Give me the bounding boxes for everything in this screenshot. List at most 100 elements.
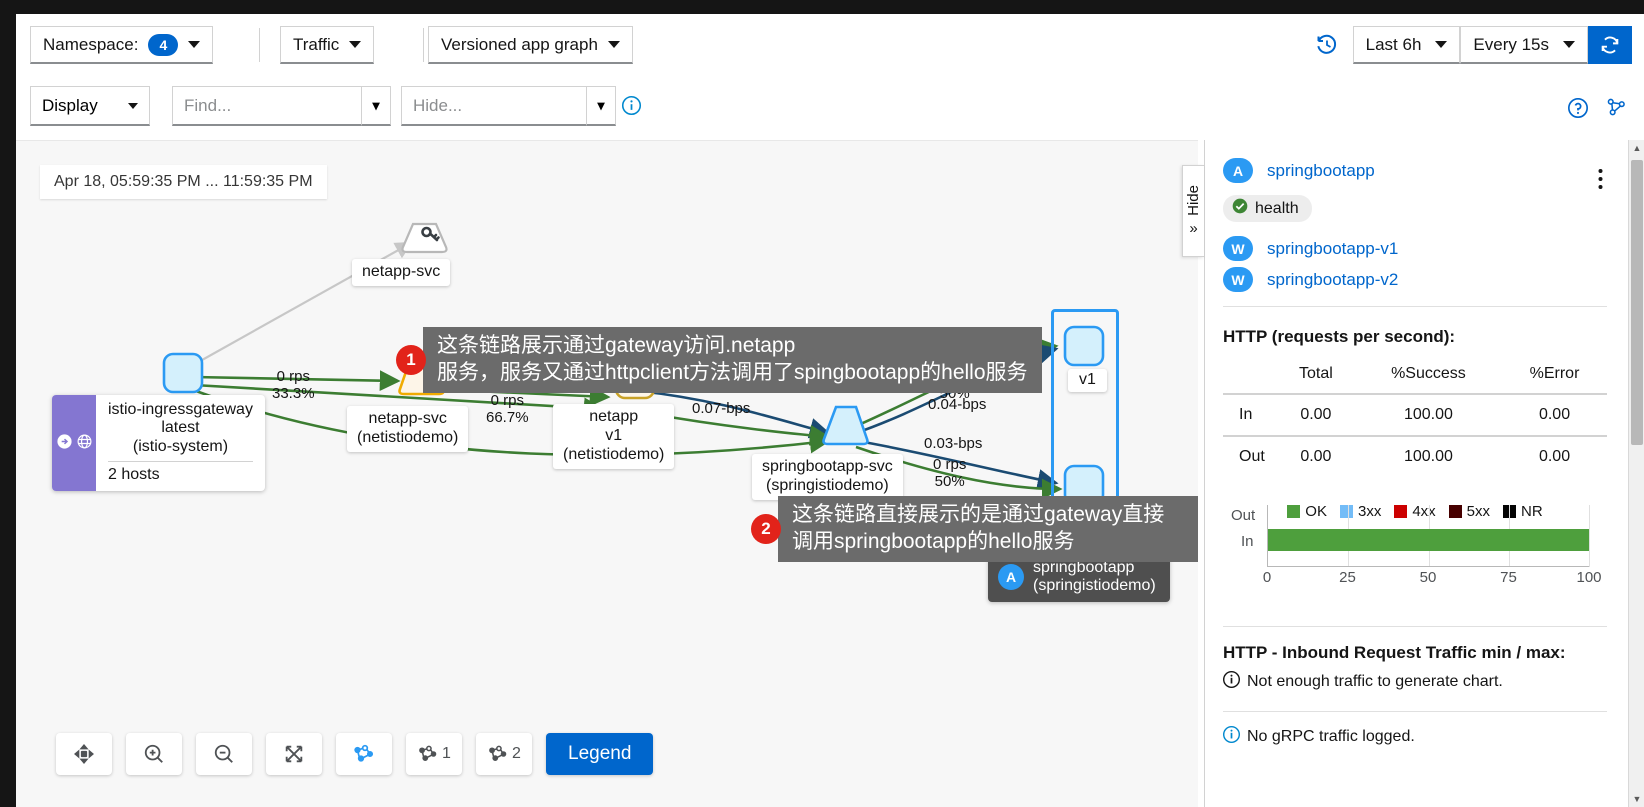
table-row: In 0.00 100.00 0.00 (1223, 394, 1607, 436)
http-metrics-table: Total %Success %Error In 0.00 100.00 0.0… (1223, 361, 1607, 477)
annotation-body: 这条链路展示通过gateway访问.netapp 服务，服务又通过httpcli… (423, 327, 1042, 393)
time-range-label: Last 6h (1365, 34, 1422, 54)
node-label-namespace: (netistiodemo) (357, 428, 459, 446)
divider (108, 461, 253, 463)
info-circle-icon[interactable] (621, 95, 642, 121)
cell-total: 0.00 (1300, 406, 1332, 423)
chevron-down-icon (188, 41, 201, 48)
divider (1223, 626, 1607, 627)
inbound-traffic-note: Not enough traffic to generate chart. (1223, 671, 1607, 693)
hide-input[interactable]: Hide... (401, 86, 587, 126)
col-blank (1223, 361, 1277, 394)
divider (1223, 711, 1607, 712)
refresh-button[interactable] (1588, 26, 1632, 64)
layout-2-button[interactable]: 2 (476, 733, 532, 775)
health-badge: health (1223, 195, 1312, 222)
namespace-selector[interactable]: Namespace: 4 (30, 26, 214, 64)
bar-category-in: In (1241, 533, 1254, 550)
tick-25: 25 (1339, 569, 1356, 586)
node-label-namespace: (springistiodemo) (766, 476, 889, 494)
table-row: Out 0.00 100.00 0.00 (1223, 436, 1607, 477)
edge-rate: 0 rps (276, 368, 310, 385)
gateway-icons (52, 395, 96, 492)
annotation-line-2: 服务，服务又通过httpclient方法调用了spingbootapp的hell… (437, 360, 1028, 384)
scroll-down-arrow[interactable]: ▼ (1629, 791, 1644, 807)
node-label-netapp-v1: netapp v1 (netistiodemo) (553, 404, 675, 469)
bar-chart-ticks: 0 25 50 75 100 (1263, 569, 1602, 589)
annotation-number: 1 (396, 344, 426, 375)
edge-label-sbsvc-v2-bps: 0.03-bps (924, 435, 982, 453)
graph-tools-toolbar: 1 2 Legend (56, 733, 654, 775)
edge-label-sbsvc-v2-rps: 0 rps 50% (933, 456, 966, 491)
history-icon[interactable] (1315, 33, 1339, 57)
sidebar-workload-row[interactable]: W springbootapp-v1 (1223, 236, 1607, 261)
sidebar-scrollbar[interactable]: ▲ ▼ (1628, 140, 1644, 807)
node-label-netapp-svc: netapp-svc (netistiodemo) (347, 406, 469, 452)
workload-link[interactable]: springbootapp-v2 (1267, 270, 1398, 290)
traffic-label: Traffic (293, 34, 340, 54)
refresh-interval-selector[interactable]: Every 15s (1460, 26, 1588, 64)
chevron-down-icon (128, 102, 138, 109)
time-range-selector[interactable]: Last 6h (1352, 26, 1461, 64)
app-link[interactable]: springbootapp (1267, 161, 1375, 181)
hide-placeholder: Hide... (413, 95, 463, 115)
sidebar-app-row[interactable]: A springbootapp (1223, 158, 1607, 183)
find-placeholder: Find... (184, 95, 232, 115)
fit-to-screen-button[interactable] (56, 733, 112, 775)
annotation-line-1: 这条链路展示通过gateway访问.netapp (437, 334, 796, 357)
time-controls-group: Last 6h Every 15s (1315, 26, 1632, 64)
sidebar-hide-toggle[interactable]: Hide » (1182, 165, 1204, 257)
edge-pct: 33.3% (272, 384, 315, 402)
layout-1-button[interactable]: 1 (406, 733, 462, 775)
expand-button[interactable] (266, 733, 322, 775)
workload-badge: W (1223, 236, 1253, 261)
annotation-2: 2 这条链路直接展示的是通过gateway直接调用springbootapp的h… (751, 496, 1198, 562)
chevron-down-icon: ▾ (597, 97, 605, 113)
workload-link[interactable]: springbootapp-v1 (1267, 239, 1398, 259)
zoom-in-button[interactable] (126, 733, 182, 775)
traffic-selector[interactable]: Traffic (280, 26, 375, 64)
http-traffic-bar-chart: Out In 0 25 50 75 100 OK 3xx 4xx 5xx NR (1223, 503, 1607, 598)
cell-error: 0.00 (1538, 448, 1571, 465)
sidebar-workload-row[interactable]: W springbootapp-v2 (1223, 267, 1607, 292)
chevron-down-icon: ▾ (372, 97, 380, 113)
find-input[interactable]: Find... (172, 86, 362, 126)
gateway-card-body: istio-ingressgateway latest (istio-syste… (96, 395, 265, 491)
scroll-thumb[interactable] (1631, 160, 1643, 445)
zoom-out-button[interactable] (196, 733, 252, 775)
layout-default-button[interactable] (336, 733, 392, 775)
graph-settings-icon[interactable] (1605, 96, 1628, 124)
annotation-1: 1 这条链路展示通过gateway访问.netapp 服务，服务又通过httpc… (396, 327, 1042, 393)
graph-canvas[interactable]: Apr 18, 05:59:35 PM ... 11:59:35 PM neta… (16, 140, 1198, 807)
app-namespace: (springistiodemo) (1033, 577, 1156, 595)
node-label-text: netapp (589, 408, 639, 425)
kebab-menu-icon[interactable] (1598, 168, 1603, 195)
axis-line (1268, 566, 1589, 567)
hide-tab-label: Hide (1185, 185, 1202, 216)
edge-pct: 50% (934, 472, 965, 490)
workload-badge: W (1223, 267, 1253, 292)
help-circle-icon[interactable] (1567, 97, 1589, 124)
toolbar-help-group (1567, 96, 1628, 124)
legend-button[interactable]: Legend (546, 733, 654, 775)
scroll-up-arrow[interactable]: ▲ (1629, 140, 1644, 156)
find-dropdown-toggle[interactable]: ▾ (362, 86, 391, 126)
node-label-istio-ingressgateway[interactable]: istio-ingressgateway latest (istio-syste… (52, 395, 265, 492)
side-panel-content: A springbootapp health W springbootapp-v… (1205, 140, 1629, 807)
node-label-text: springbootapp-svc (762, 458, 893, 475)
display-menu-button[interactable]: Display (30, 86, 150, 126)
toolbar-divider (423, 28, 424, 62)
node-label-namespace: (netistiodemo) (563, 445, 665, 463)
tick-100: 100 (1576, 569, 1602, 586)
node-label-text: v1 (1079, 371, 1096, 388)
chevron-down-icon (349, 41, 362, 48)
row-label: Out (1239, 448, 1265, 465)
app-badge: A (998, 564, 1024, 591)
bar-chart-plot (1267, 505, 1590, 567)
gateway-hosts: 2 hosts (108, 466, 160, 484)
graph-type-selector[interactable]: Versioned app graph (428, 26, 633, 64)
cell-success: 100.00 (1403, 448, 1453, 465)
chevron-down-icon (1435, 41, 1448, 48)
grpc-note-text: No gRPC traffic logged. (1247, 728, 1415, 745)
hide-dropdown-toggle[interactable]: ▾ (587, 86, 616, 126)
